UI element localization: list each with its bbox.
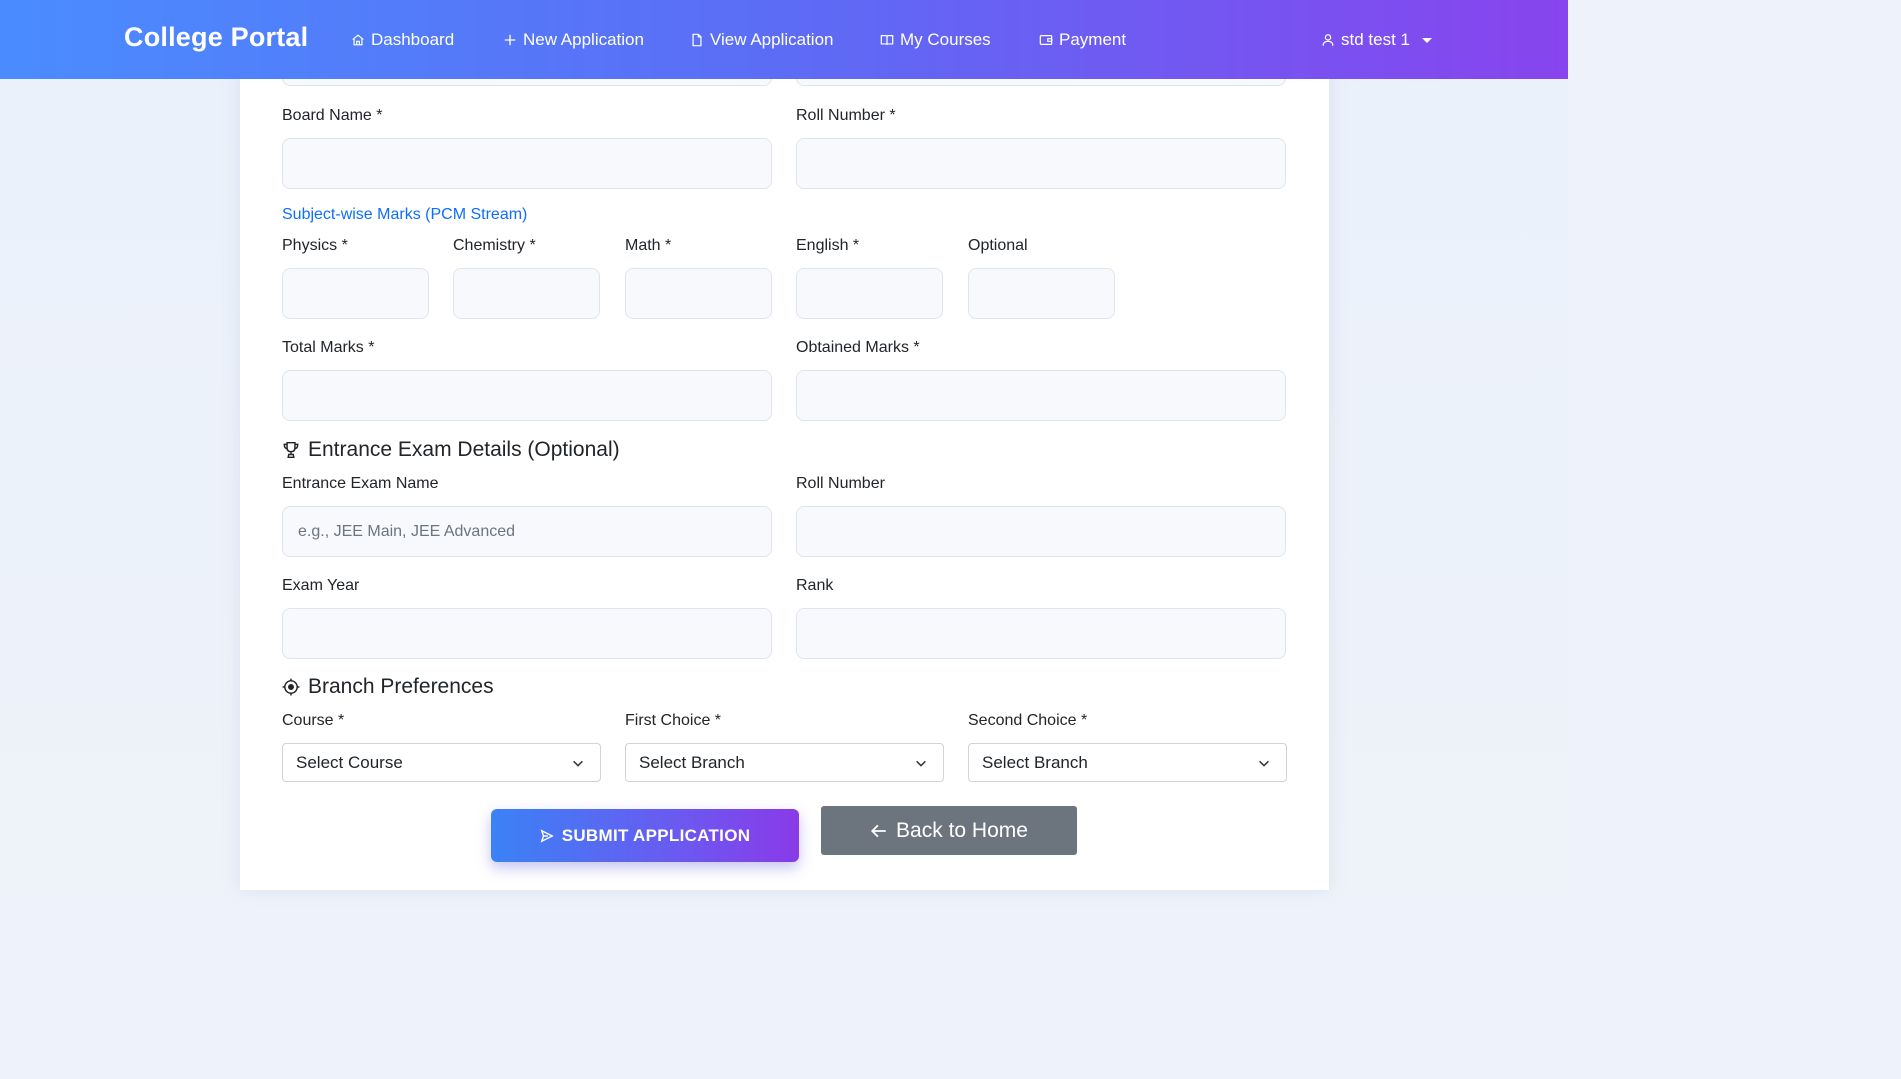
submit-application-label: SUBMIT APPLICATION <box>561 825 751 845</box>
math-label: Math * <box>625 237 672 254</box>
physics-label: Physics * <box>282 237 348 254</box>
send-icon <box>540 828 554 843</box>
nav-my-courses[interactable]: My Courses <box>880 29 991 51</box>
first-choice-select[interactable]: Select Branch <box>625 743 944 782</box>
nav-dashboard-label: Dashboard <box>371 30 455 49</box>
entrance-roll-number-label: Roll Number <box>796 475 885 492</box>
first-choice-select-value: Select Branch <box>639 752 745 772</box>
second-choice-select-value: Select Branch <box>982 752 1088 772</box>
branch-preferences-section-title: Branch Preferences <box>282 675 494 699</box>
physics-input[interactable] <box>282 268 429 319</box>
user-name: std test 1 <box>1341 30 1410 49</box>
nav-view-application-label: View Application <box>710 30 834 49</box>
brand-logo[interactable]: College Portal <box>124 22 308 53</box>
obtained-marks-label: Obtained Marks * <box>796 339 920 356</box>
application-form-card: Board Name * Roll Number * Subject-wise … <box>240 0 1329 890</box>
trophy-icon <box>283 441 299 459</box>
document-icon <box>692 33 702 47</box>
nav-new-application[interactable]: New Application <box>503 29 644 51</box>
rank-label: Rank <box>796 577 834 594</box>
english-input[interactable] <box>796 268 943 319</box>
course-label: Course * <box>282 712 345 729</box>
chemistry-input[interactable] <box>453 268 600 319</box>
course-select[interactable]: Select Course <box>282 743 601 782</box>
nav-view-application[interactable]: View Application <box>690 29 834 51</box>
entrance-exam-section-title: Entrance Exam Details (Optional) <box>282 438 620 462</box>
user-menu-dropdown[interactable]: std test 1 <box>1321 29 1432 51</box>
chevron-down-icon <box>1421 37 1432 43</box>
subject-marks-title: Subject-wise Marks (PCM Stream) <box>282 206 528 223</box>
nav-my-courses-label: My Courses <box>900 30 991 49</box>
entrance-exam-name-label: Entrance Exam Name <box>282 475 439 492</box>
book-icon <box>880 35 894 45</box>
exam-year-input[interactable] <box>282 608 772 659</box>
total-marks-label: Total Marks * <box>282 339 375 356</box>
entrance-exam-title-text: Entrance Exam Details (Optional) <box>308 438 620 461</box>
home-icon <box>352 34 364 46</box>
board-name-label: Board Name * <box>282 107 383 124</box>
obtained-marks-input[interactable] <box>796 370 1286 421</box>
nav-dashboard[interactable]: Dashboard <box>351 29 454 51</box>
submit-application-button[interactable]: SUBMIT APPLICATION <box>491 809 799 862</box>
arrow-left-icon <box>871 824 886 837</box>
math-input[interactable] <box>625 268 772 319</box>
branch-preferences-title-text: Branch Preferences <box>308 675 494 698</box>
top-navbar: College Portal Dashboard New Application… <box>0 0 1568 79</box>
chevron-down-icon <box>1259 760 1269 767</box>
plus-icon <box>504 34 516 46</box>
entrance-exam-name-input[interactable] <box>282 506 772 557</box>
roll-number-input[interactable] <box>796 138 1286 189</box>
roll-number-label: Roll Number * <box>796 107 896 124</box>
chevron-down-icon <box>573 760 583 767</box>
nav-new-application-label: New Application <box>523 30 644 49</box>
english-label: English * <box>796 237 860 254</box>
back-to-home-label: Back to Home <box>896 818 1028 842</box>
optional-input[interactable] <box>968 268 1115 319</box>
entrance-roll-number-input[interactable] <box>796 506 1286 557</box>
back-to-home-button[interactable]: Back to Home <box>821 806 1077 855</box>
user-icon <box>1322 34 1334 46</box>
first-choice-label: First Choice * <box>625 712 722 729</box>
second-choice-label: Second Choice * <box>968 712 1088 729</box>
second-choice-select[interactable]: Select Branch <box>968 743 1287 782</box>
optional-label: Optional <box>968 237 1028 254</box>
chevron-down-icon <box>916 760 926 767</box>
total-marks-input[interactable] <box>282 370 772 421</box>
board-name-input[interactable] <box>282 138 772 189</box>
exam-year-label: Exam Year <box>282 577 360 594</box>
course-select-value: Select Course <box>296 752 403 772</box>
wallet-icon <box>1039 35 1053 45</box>
nav-payment-label: Payment <box>1059 30 1127 49</box>
rank-input[interactable] <box>796 608 1286 659</box>
nav-payment[interactable]: Payment <box>1039 29 1126 51</box>
target-icon <box>282 678 300 696</box>
chemistry-label: Chemistry * <box>453 237 536 254</box>
